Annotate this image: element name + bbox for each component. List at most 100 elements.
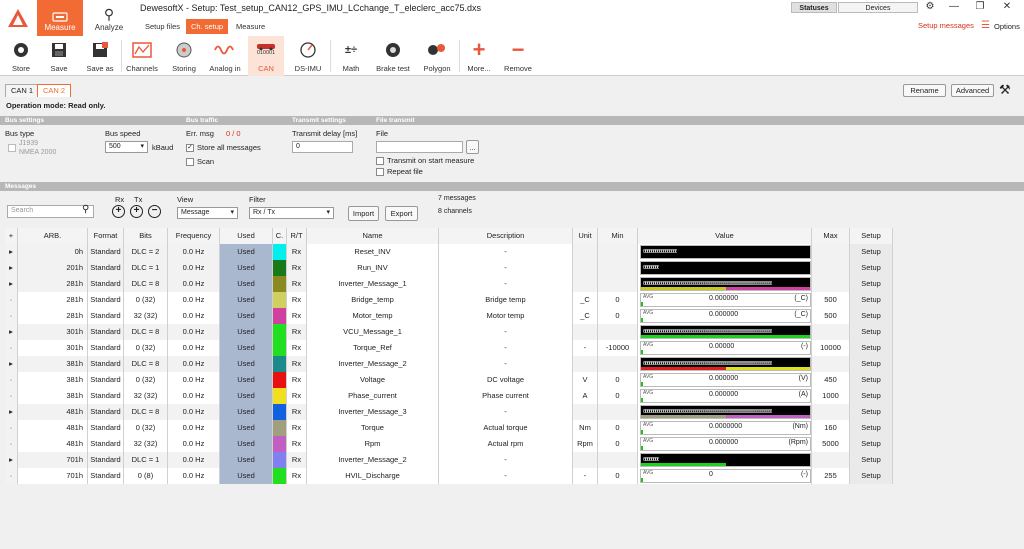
description-cell[interactable]: -	[439, 324, 573, 340]
analog-in-button[interactable]: Analog in	[206, 36, 244, 76]
remove-message-icon[interactable]: −	[148, 205, 161, 218]
used-toggle[interactable]: Used	[220, 340, 273, 356]
min-cell[interactable]	[598, 244, 638, 260]
channel-row[interactable]: · 481h Standard 32 (32) 0.0 Hz Used Rx Rpm Actua…	[5, 436, 893, 452]
unit-cell[interactable]	[573, 404, 598, 420]
expand-icon[interactable]: ·	[5, 372, 18, 388]
transmit-delay-input[interactable]: 0	[292, 141, 353, 153]
channel-row[interactable]: · 281h Standard 32 (32) 0.0 Hz Used Rx Motor_te…	[5, 308, 893, 324]
used-toggle[interactable]: Used	[220, 356, 273, 372]
min-cell[interactable]	[598, 452, 638, 468]
column-header-fmt[interactable]: Format	[88, 228, 124, 244]
channel-color-swatch[interactable]	[273, 260, 287, 276]
storing-button[interactable]: Storing	[166, 36, 202, 76]
name-cell[interactable]: Bridge_temp	[307, 292, 439, 308]
max-cell[interactable]	[812, 452, 850, 468]
setup-button[interactable]: Setup	[850, 324, 893, 340]
j1939-checkbox[interactable]	[8, 144, 16, 152]
view-select[interactable]: Message	[177, 207, 238, 219]
statuses-button[interactable]: Statuses	[791, 2, 837, 13]
setup-button[interactable]: Setup	[850, 292, 893, 308]
channel-row[interactable]: · 281h Standard 0 (32) 0.0 Hz Used Rx Bridge_te…	[5, 292, 893, 308]
max-cell[interactable]	[812, 404, 850, 420]
tab-ch-setup[interactable]: Ch. setup	[186, 19, 229, 34]
channel-color-swatch[interactable]	[273, 468, 287, 484]
channel-color-swatch[interactable]	[273, 404, 287, 420]
tab-measure-sub[interactable]: Measure	[231, 19, 270, 34]
channel-color-swatch[interactable]	[273, 388, 287, 404]
channel-row[interactable]: · 481h Standard 0 (32) 0.0 Hz Used Rx Torque Act…	[5, 420, 893, 436]
description-cell[interactable]: Phase current	[439, 388, 573, 404]
max-cell[interactable]	[812, 324, 850, 340]
used-toggle[interactable]: Used	[220, 324, 273, 340]
description-cell[interactable]: Actual rpm	[439, 436, 573, 452]
tab-analyze[interactable]: ⚲ Analyze	[86, 0, 132, 36]
unit-cell[interactable]	[573, 356, 598, 372]
max-cell[interactable]	[812, 244, 850, 260]
min-cell[interactable]: 0	[598, 372, 638, 388]
name-cell[interactable]: Inverter_Message_3	[307, 404, 439, 420]
column-header-arb[interactable]: ARB.	[18, 228, 88, 244]
dewesoft-logo[interactable]	[0, 0, 36, 36]
search-input[interactable]: Search	[7, 205, 94, 218]
channel-color-swatch[interactable]	[273, 372, 287, 388]
repeat-file-checkbox[interactable]	[376, 168, 384, 176]
expand-icon[interactable]: ▸	[5, 404, 18, 420]
column-header-setup[interactable]: Setup	[850, 228, 893, 244]
channel-color-swatch[interactable]	[273, 340, 287, 356]
channel-color-swatch[interactable]	[273, 420, 287, 436]
gear-icon[interactable]: ⚙	[920, 1, 940, 12]
store-all-checkbox[interactable]: ✓	[186, 144, 194, 152]
max-cell[interactable]: 160	[812, 420, 850, 436]
unit-cell[interactable]: Nm	[573, 420, 598, 436]
channel-color-swatch[interactable]	[273, 324, 287, 340]
expand-icon[interactable]: ▸	[5, 244, 18, 260]
setup-button[interactable]: Setup	[850, 468, 893, 484]
unit-cell[interactable]	[573, 244, 598, 260]
channel-color-swatch[interactable]	[273, 356, 287, 372]
column-header-value[interactable]: Value	[638, 228, 812, 244]
used-toggle[interactable]: Used	[220, 404, 273, 420]
channel-row[interactable]: · 301h Standard 0 (32) 0.0 Hz Used Rx Torque_Re…	[5, 340, 893, 356]
channel-color-swatch[interactable]	[273, 292, 287, 308]
unit-cell[interactable]	[573, 260, 598, 276]
setup-button[interactable]: Setup	[850, 260, 893, 276]
tab-can-2[interactable]: CAN 2	[37, 84, 72, 97]
message-row[interactable]: ▸ 201h Standard DLC = 1 0.0 Hz Used Rx Run_INV -…	[5, 260, 893, 276]
expand-icon[interactable]: ·	[5, 436, 18, 452]
setup-button[interactable]: Setup	[850, 340, 893, 356]
unit-cell[interactable]	[573, 276, 598, 292]
setup-button[interactable]: Setup	[850, 244, 893, 260]
rename-button[interactable]: Rename	[903, 84, 946, 97]
remove-button[interactable]: − Remove	[500, 36, 536, 76]
message-row[interactable]: ▸ 481h Standard DLC = 8 0.0 Hz Used Rx Inverter…	[5, 404, 893, 420]
max-cell[interactable]: 500	[812, 292, 850, 308]
name-cell[interactable]: Phase_current	[307, 388, 439, 404]
used-toggle[interactable]: Used	[220, 420, 273, 436]
brake-test-button[interactable]: Brake test	[372, 36, 414, 76]
menu-icon[interactable]: ☰	[981, 20, 990, 31]
expand-icon[interactable]: ▸	[5, 356, 18, 372]
unit-cell[interactable]: _C	[573, 292, 598, 308]
expand-icon[interactable]: ·	[5, 468, 18, 484]
name-cell[interactable]: Reset_INV	[307, 244, 439, 260]
unit-cell[interactable]: -	[573, 340, 598, 356]
browse-button[interactable]: ...	[466, 140, 479, 154]
min-cell[interactable]: 0	[598, 468, 638, 484]
close-icon[interactable]: ✕	[997, 1, 1017, 12]
min-cell[interactable]: 0	[598, 292, 638, 308]
used-toggle[interactable]: Used	[220, 452, 273, 468]
min-cell[interactable]: 0	[598, 436, 638, 452]
column-header-color[interactable]: C.	[273, 228, 287, 244]
min-cell[interactable]	[598, 260, 638, 276]
save-as-button[interactable]: Save as	[82, 36, 118, 76]
used-toggle[interactable]: Used	[220, 468, 273, 484]
name-cell[interactable]: VCU_Message_1	[307, 324, 439, 340]
expand-icon[interactable]: ·	[5, 308, 18, 324]
setup-button[interactable]: Setup	[850, 452, 893, 468]
more-button[interactable]: + More...	[462, 36, 496, 76]
expand-icon[interactable]: ·	[5, 388, 18, 404]
tools-icon[interactable]: ⚒	[999, 82, 1011, 98]
scan-checkbox[interactable]	[186, 158, 194, 166]
unit-cell[interactable]: _C	[573, 308, 598, 324]
